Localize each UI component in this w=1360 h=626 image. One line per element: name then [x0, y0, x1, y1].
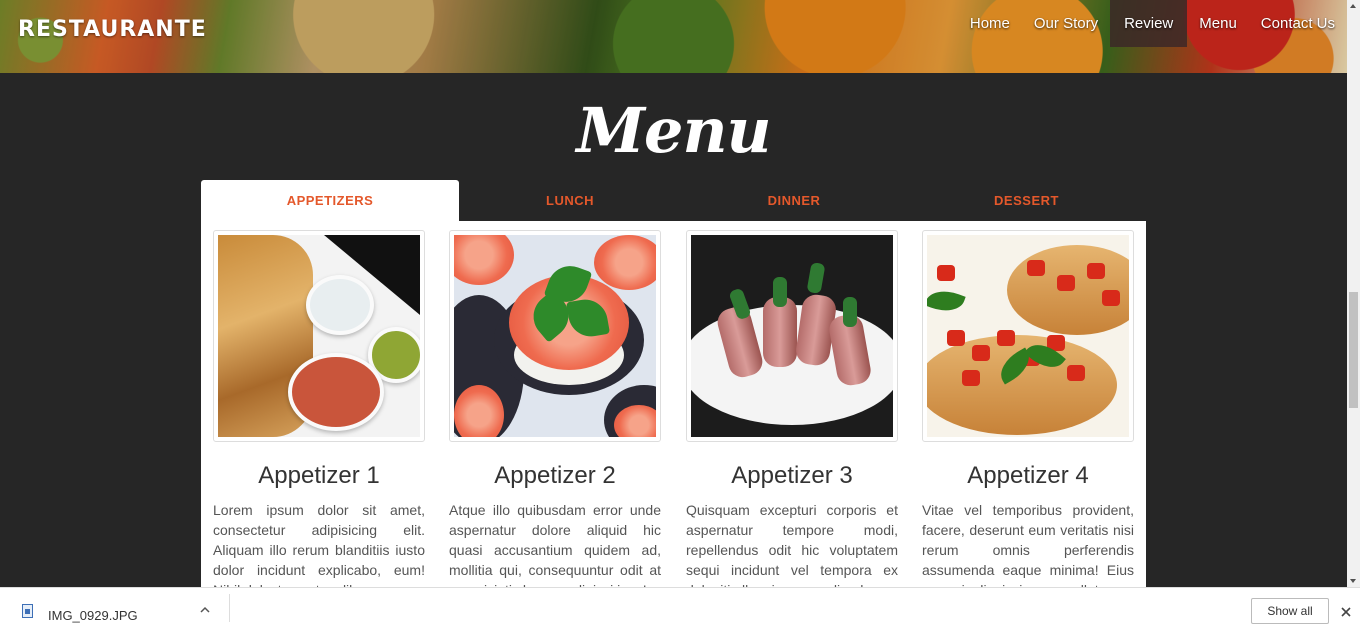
menu-item-card: Appetizer 4 Vitae vel temporibus provide…	[922, 230, 1134, 587]
nav-review[interactable]: Review	[1110, 0, 1188, 47]
menu-item-thumbnail[interactable]	[922, 230, 1134, 442]
tab-dinner[interactable]: DINNER	[681, 180, 907, 222]
download-bar: IMG_0929.JPG Show all	[0, 587, 1360, 626]
tab-dessert[interactable]: DESSERT	[907, 180, 1146, 222]
page-scrollbar[interactable]	[1347, 0, 1360, 587]
nav-menu[interactable]: Menu	[1187, 0, 1249, 47]
menu-item-thumbnail[interactable]	[449, 230, 661, 442]
tab-lunch[interactable]: LUNCH	[459, 180, 681, 222]
appetizer-4-photo	[927, 235, 1129, 437]
menu-item-title: Appetizer 1	[258, 462, 380, 489]
menu-tabs: APPETIZERS LUNCH DINNER DESSERT	[201, 180, 1146, 222]
appetizer-2-photo	[454, 235, 656, 437]
scrollbar-thumb[interactable]	[1349, 292, 1358, 408]
appetizer-1-photo	[218, 235, 420, 437]
menu-item-card: Appetizer 3 Quisquam excepturi corporis …	[686, 230, 898, 587]
download-bar-divider	[229, 594, 230, 622]
scroll-up-icon[interactable]	[1350, 4, 1356, 8]
menu-item-thumbnail[interactable]	[213, 230, 425, 442]
header-banner: RESTAURANTE Home Our Story Review Menu C…	[0, 0, 1347, 73]
menu-panel: Appetizer 1 Lorem ipsum dolor sit amet, …	[201, 221, 1146, 587]
main-nav: Home Our Story Review Menu Contact Us	[958, 0, 1347, 47]
menu-item-card: Appetizer 1 Lorem ipsum dolor sit amet, …	[213, 230, 425, 587]
site-logo[interactable]: RESTAURANTE	[18, 17, 207, 42]
menu-item-title: Appetizer 2	[494, 462, 616, 489]
menu-item-description: Atque illo quibusdam error unde aspernat…	[449, 502, 661, 587]
menu-section-title: Menu	[576, 94, 771, 167]
menu-item-thumbnail[interactable]	[686, 230, 898, 442]
scroll-down-icon[interactable]	[1350, 579, 1356, 583]
image-file-icon[interactable]	[22, 604, 33, 618]
nav-our-story[interactable]: Our Story	[1022, 0, 1110, 47]
menu-item-description: Lorem ipsum dolor sit amet, consectetur …	[213, 502, 425, 587]
menu-item-title: Appetizer 4	[967, 462, 1089, 489]
download-file-name[interactable]: IMG_0929.JPG	[48, 608, 138, 623]
tab-appetizers[interactable]: APPETIZERS	[201, 180, 459, 222]
appetizer-3-photo	[691, 235, 893, 437]
menu-item-card: Appetizer 2 Atque illo quibusdam error u…	[449, 230, 661, 587]
menu-item-description: Vitae vel temporibus provident, facere, …	[922, 502, 1134, 587]
close-icon[interactable]	[1339, 605, 1353, 619]
chevron-up-icon[interactable]	[200, 605, 210, 615]
nav-home[interactable]: Home	[958, 0, 1022, 47]
nav-contact-us[interactable]: Contact Us	[1249, 0, 1347, 47]
menu-item-description: Quisquam excepturi corporis et aspernatu…	[686, 502, 898, 587]
menu-item-title: Appetizer 3	[731, 462, 853, 489]
show-all-button[interactable]: Show all	[1251, 598, 1329, 624]
